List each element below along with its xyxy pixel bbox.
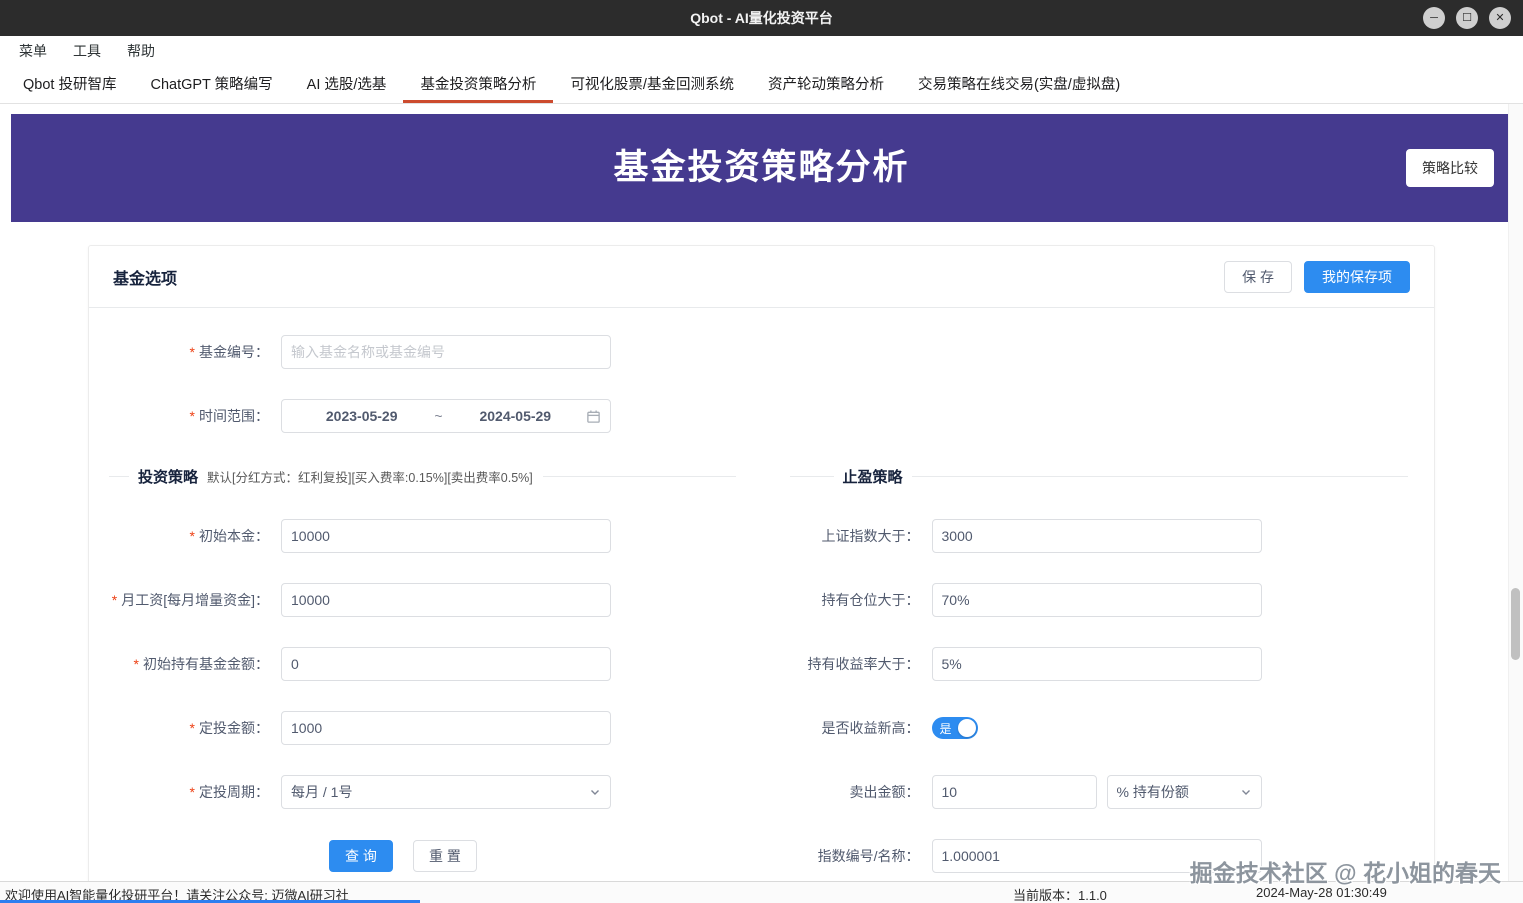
sell-amount-row: 卖出金额： % 持有份额 bbox=[762, 760, 1435, 824]
close-button[interactable]: ✕ bbox=[1489, 7, 1511, 29]
date-range-row: * 时间范围： 2023-05-29 ~ 2024-05-29 bbox=[89, 384, 1434, 448]
watermark: 掘金技术社区 @ 花小姐的春天 bbox=[1190, 854, 1501, 888]
maximize-icon: ☐ bbox=[1462, 13, 1472, 24]
sell-amount-input[interactable] bbox=[932, 775, 1097, 809]
menu-bar: 菜单 工具 帮助 bbox=[0, 36, 1523, 66]
status-version: 当前版本：1.1.0 bbox=[1013, 885, 1107, 903]
toggle-knob bbox=[958, 719, 976, 737]
fund-code-row: * 基金编号： bbox=[89, 320, 1434, 384]
date-range-label: * 时间范围： bbox=[89, 406, 281, 426]
tab-fund-strategy-analysis[interactable]: 基金投资策略分析 bbox=[403, 66, 553, 103]
stop-profit-divider: 止盈策略 bbox=[762, 448, 1435, 504]
sell-unit-select[interactable]: % 持有份额 bbox=[1107, 775, 1262, 809]
start-date: 2023-05-29 bbox=[291, 408, 432, 424]
tab-qbot-library[interactable]: Qbot 投研智库 bbox=[6, 66, 133, 103]
initial-capital-row: * 初始本金： bbox=[89, 504, 762, 568]
save-button[interactable]: 保 存 bbox=[1224, 261, 1292, 293]
card-header: 基金选项 保 存 我的保存项 bbox=[89, 246, 1434, 308]
fund-options-card: 基金选项 保 存 我的保存项 * 基金编号： * 时间范围： bbox=[88, 245, 1435, 897]
initial-fund-row: * 初始持有基金金额： bbox=[89, 632, 762, 696]
fixed-cycle-select[interactable]: 每月 / 1号 bbox=[281, 775, 611, 809]
stop-profit-title: 止盈策略 bbox=[843, 466, 903, 487]
card-header-buttons: 保 存 我的保存项 bbox=[1224, 261, 1410, 293]
maximize-button[interactable]: ☐ bbox=[1456, 7, 1478, 29]
index-gt-input[interactable] bbox=[932, 519, 1262, 553]
calendar-icon bbox=[586, 409, 601, 424]
minimize-icon: ─ bbox=[1430, 13, 1438, 24]
chevron-down-icon bbox=[589, 786, 601, 798]
fixed-amount-input[interactable] bbox=[281, 711, 611, 745]
action-buttons-row: 查 询 重 置 bbox=[89, 824, 762, 888]
new-high-label: 是否收益新高： bbox=[762, 718, 932, 738]
close-icon: ✕ bbox=[1495, 13, 1504, 24]
toggle-state-label: 是 bbox=[940, 720, 952, 737]
monthly-salary-row: * 月工资[每月增量资金]： bbox=[89, 568, 762, 632]
monthly-salary-label: * 月工资[每月增量资金]： bbox=[89, 590, 281, 610]
required-asterisk: * bbox=[190, 408, 195, 424]
title-bar: Qbot - AI量化投资平台 ─ ☐ ✕ bbox=[0, 0, 1523, 36]
chevron-down-icon bbox=[1240, 786, 1252, 798]
scrollbar-track bbox=[1508, 104, 1523, 881]
tab-chatgpt-strategy[interactable]: ChatGPT 策略编写 bbox=[133, 66, 289, 103]
reset-button[interactable]: 重 置 bbox=[413, 840, 477, 872]
invest-strategy-note: 默认[分红方式：红利复投][买入费率:0.15%][卖出费率0.5%] bbox=[207, 467, 533, 486]
invest-strategy-divider: 投资策略 默认[分红方式：红利复投][买入费率:0.15%][卖出费率0.5%] bbox=[89, 448, 762, 504]
tab-ai-stock-pick[interactable]: AI 选股/选基 bbox=[290, 66, 404, 103]
initial-fund-input[interactable] bbox=[281, 647, 611, 681]
menu-menu[interactable]: 菜单 bbox=[6, 36, 60, 66]
app-window: Qbot - AI量化投资平台 ─ ☐ ✕ 菜单 工具 帮助 Qbot 投研智库… bbox=[0, 0, 1523, 903]
fixed-amount-label: * 定投金额： bbox=[89, 718, 281, 738]
window-controls: ─ ☐ ✕ bbox=[1423, 0, 1511, 36]
page-title: 基金投资策略分析 bbox=[11, 114, 1512, 222]
fund-form: * 基金编号： * 时间范围： 2023-05-29 ~ 2024-05-29 bbox=[89, 308, 1434, 896]
invest-strategy-title: 投资策略 bbox=[138, 466, 198, 487]
position-gt-input[interactable] bbox=[932, 583, 1262, 617]
fund-code-label: * 基金编号： bbox=[89, 342, 281, 362]
form-columns: 投资策略 默认[分红方式：红利复投][买入费率:0.15%][卖出费率0.5%]… bbox=[89, 448, 1434, 888]
minimize-button[interactable]: ─ bbox=[1423, 7, 1445, 29]
card-title: 基金选项 bbox=[113, 265, 177, 289]
end-date: 2024-05-29 bbox=[445, 408, 586, 424]
monthly-salary-input[interactable] bbox=[281, 583, 611, 617]
sell-amount-label: 卖出金额： bbox=[762, 782, 932, 802]
profit-gt-row: 持有收益率大于： bbox=[762, 632, 1435, 696]
query-button[interactable]: 查 询 bbox=[329, 840, 393, 872]
initial-capital-label: * 初始本金： bbox=[89, 526, 281, 546]
initial-fund-label: * 初始持有基金金额： bbox=[89, 654, 281, 674]
invest-strategy-column: 投资策略 默认[分红方式：红利复投][买入费率:0.15%][卖出费率0.5%]… bbox=[89, 448, 762, 888]
new-high-row: 是否收益新高： 是 bbox=[762, 696, 1435, 760]
window-title: Qbot - AI量化投资平台 bbox=[0, 0, 1523, 36]
new-high-toggle[interactable]: 是 bbox=[932, 717, 978, 739]
tab-asset-rotation[interactable]: 资产轮动策略分析 bbox=[751, 66, 901, 103]
stop-profit-column: 止盈策略 上证指数大于： 持有仓位大于： 持有收益率大于： bbox=[762, 448, 1435, 888]
initial-capital-input[interactable] bbox=[281, 519, 611, 553]
required-asterisk: * bbox=[190, 344, 195, 360]
my-saves-button[interactable]: 我的保存项 bbox=[1304, 261, 1410, 293]
position-gt-row: 持有仓位大于： bbox=[762, 568, 1435, 632]
menu-help[interactable]: 帮助 bbox=[114, 36, 168, 66]
index-gt-label: 上证指数大于： bbox=[762, 526, 932, 546]
profit-gt-label: 持有收益率大于： bbox=[762, 654, 932, 674]
page-banner: 基金投资策略分析 策略比较 bbox=[11, 114, 1512, 222]
fixed-cycle-label: * 定投周期： bbox=[89, 782, 281, 802]
tab-backtest-system[interactable]: 可视化股票/基金回测系统 bbox=[553, 66, 751, 103]
tab-bar: Qbot 投研智库 ChatGPT 策略编写 AI 选股/选基 基金投资策略分析… bbox=[0, 66, 1523, 104]
tab-online-trading[interactable]: 交易策略在线交易(实盘/虚拟盘) bbox=[901, 66, 1137, 103]
date-separator: ~ bbox=[432, 408, 444, 424]
position-gt-label: 持有仓位大于： bbox=[762, 590, 932, 610]
menu-tools[interactable]: 工具 bbox=[60, 36, 114, 66]
fixed-amount-row: * 定投金额： bbox=[89, 696, 762, 760]
scrollbar-thumb[interactable] bbox=[1511, 588, 1520, 660]
fund-code-input[interactable] bbox=[281, 335, 611, 369]
fixed-cycle-row: * 定投周期： 每月 / 1号 bbox=[89, 760, 762, 824]
profit-gt-input[interactable] bbox=[932, 647, 1262, 681]
index-gt-row: 上证指数大于： bbox=[762, 504, 1435, 568]
strategy-compare-button[interactable]: 策略比较 bbox=[1406, 149, 1494, 187]
date-range-picker[interactable]: 2023-05-29 ~ 2024-05-29 bbox=[281, 399, 611, 433]
index-code-label: 指数编号/名称： bbox=[762, 846, 932, 866]
